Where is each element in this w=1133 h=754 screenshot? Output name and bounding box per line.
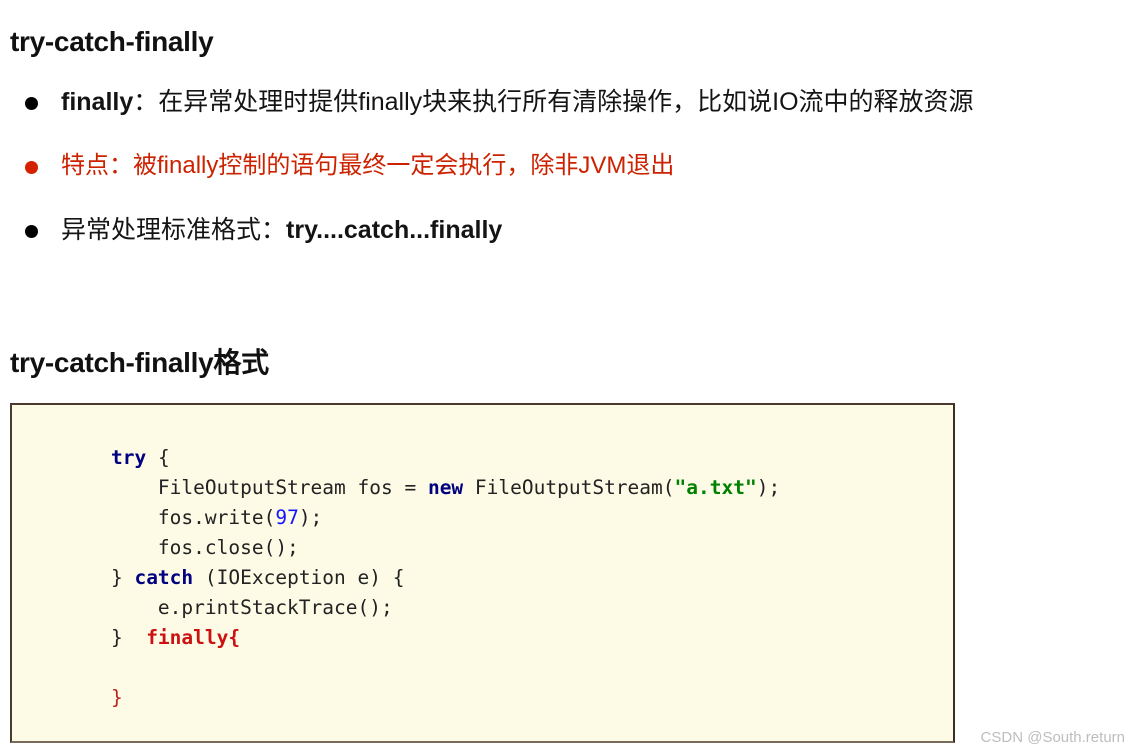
code-token-plain: } — [64, 566, 135, 589]
code-token-plain: ); — [756, 476, 781, 499]
csdn-watermark: CSDN @South.return — [980, 729, 1125, 746]
code-token-plain: fos.write( — [64, 506, 276, 529]
code-token-plain: e.printStackTrace(); — [64, 596, 393, 619]
list-item-text: 异常处理标准格式：try....catch...finally — [61, 213, 502, 247]
code-token-fin: finally — [146, 626, 229, 649]
bullet-dot-icon — [25, 161, 38, 174]
code-token-str: "a.txt" — [674, 476, 757, 499]
list-item-lead: finally — [61, 88, 134, 116]
list-item-rest: ：在异常处理时提供finally块来执行所有清除操作，比如说IO流中的释放资源 — [133, 88, 974, 116]
code-token-plain: ); — [298, 506, 323, 529]
list-item-rest: try....catch...finally — [286, 216, 503, 244]
bullet-list: finally：在异常处理时提供finally块来执行所有清除操作，比如说IO流… — [0, 85, 1133, 277]
code-token-plain: { — [146, 446, 170, 469]
bullet-dot-icon — [25, 97, 38, 110]
list-item-text: finally：在异常处理时提供finally块来执行所有清除操作，比如说IO流… — [61, 85, 974, 119]
code-token-kw: try — [110, 446, 147, 469]
code-token-plain: (IOException e) { — [193, 566, 405, 589]
list-item-text: 特点：被finally控制的语句最终一定会执行，除非JVM退出 — [61, 149, 674, 183]
code-token-kw: catch — [134, 566, 194, 589]
list-item-lead: 异常处理标准格式： — [61, 216, 287, 244]
code-token-brace-r: } — [64, 686, 123, 709]
code-block: try { FileOutputStream fos = new FileOut… — [10, 403, 955, 743]
code-token-plain: } — [64, 626, 147, 649]
code-token-plain: fos.close(); — [64, 536, 299, 559]
section-title-format: try-catch-finally格式 — [10, 347, 269, 379]
list-item-lead: 特点：被finally控制的语句最终一定会执行，除非JVM退出 — [61, 152, 675, 179]
code-token-fin: { — [228, 626, 241, 649]
code-token-kw: new — [427, 476, 464, 499]
page-title: try-catch-finally — [10, 25, 214, 57]
list-item: finally：在异常处理时提供finally块来执行所有清除操作，比如说IO流… — [0, 85, 1133, 149]
bullet-dot-icon — [25, 225, 38, 238]
code-content: try { FileOutputStream fos = new FileOut… — [12, 405, 953, 713]
code-token-num: 97 — [275, 506, 299, 529]
code-token-plain: FileOutputStream( — [463, 476, 675, 499]
code-token-plain: FileOutputStream fos = — [64, 476, 428, 499]
list-item: 特点：被finally控制的语句最终一定会执行，除非JVM退出 — [0, 149, 1133, 213]
list-item: 异常处理标准格式：try....catch...finally — [0, 213, 1133, 277]
